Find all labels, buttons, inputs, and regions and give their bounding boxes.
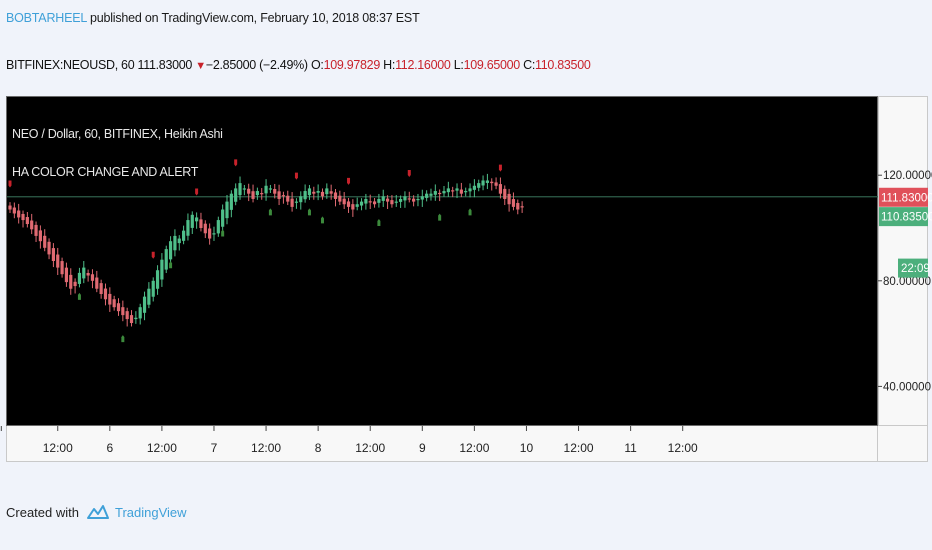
chart-pane[interactable]: [6, 96, 878, 426]
price-change: −2.85000 (−2.49%): [205, 58, 308, 72]
time-axis[interactable]: [6, 426, 878, 462]
high-value: 112.16000: [395, 58, 451, 72]
price-axis[interactable]: [878, 96, 928, 426]
publish-info: published on TradingView.com, February 1…: [86, 11, 420, 25]
close-label: C:: [523, 58, 536, 72]
tradingview-brand[interactable]: TradingView: [115, 505, 187, 520]
indicator-legend: HA COLOR CHANGE AND ALERT: [12, 165, 199, 179]
author-link[interactable]: BOBTARHEEL: [6, 11, 87, 25]
axis-corner: [878, 426, 928, 462]
created-with-label: Created with: [6, 504, 79, 520]
symbol-price: BITFINEX:NEOUSD, 60 111.83000: [6, 58, 193, 72]
close-value: 110.83500: [535, 58, 591, 72]
footer: Created with TradingView: [6, 504, 187, 520]
open-label: O:: [310, 58, 324, 72]
publish-header: BOBTARHEEL published on TradingView.com,…: [6, 11, 420, 25]
low-label: L:: [453, 58, 464, 72]
low-value: 109.65000: [463, 58, 521, 72]
open-value: 109.97829: [323, 58, 381, 72]
price-down-arrow-icon: ▼: [195, 60, 206, 72]
series-legend: NEO / Dollar, 60, BITFINEX, Heikin Ashi: [12, 127, 223, 141]
tradingview-logo-icon: [86, 505, 109, 519]
symbol-quote-line: BITFINEX:NEOUSD, 60 111.83000 ▼−2.85000 …: [6, 58, 591, 72]
high-label: H:: [383, 58, 396, 72]
